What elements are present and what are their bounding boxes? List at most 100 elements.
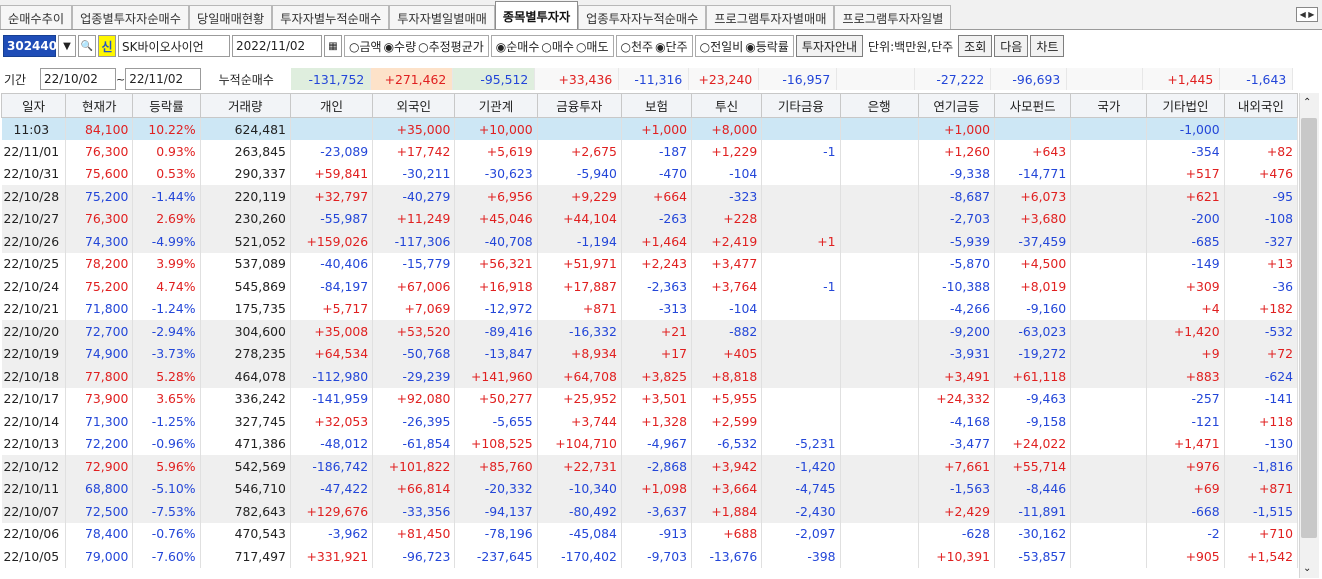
- cell: -80,492: [537, 500, 622, 523]
- header-11[interactable]: 은행: [839, 93, 919, 118]
- cell: -237,645: [454, 545, 538, 568]
- tab-0[interactable]: 순매수추이: [0, 5, 73, 29]
- header-10[interactable]: 기타금융: [761, 93, 841, 118]
- cell: [1070, 432, 1148, 455]
- radio-thousand-shares[interactable]: ○천주: [621, 38, 654, 55]
- table-row[interactable]: 22/10/28 75,200 -1.44% 220,119 +32,797 -40,27…: [1, 185, 1299, 208]
- table-row[interactable]: 22/10/26 74,300 -4.99% 521,052 +159,026 -117,…: [1, 230, 1299, 253]
- table-row[interactable]: 22/10/17 73,900 3.65% 336,242 -141,959 +92,08…: [1, 387, 1299, 410]
- cell: +9: [1146, 342, 1225, 365]
- cell: +51,971: [537, 252, 622, 275]
- header-1[interactable]: 현재가: [65, 93, 134, 118]
- cell: +50,277: [454, 387, 538, 410]
- table-row[interactable]: 22/10/14 71,300 -1.25% 327,745 +32,053 -26,39…: [1, 410, 1299, 433]
- radio-sell[interactable]: ○매도: [576, 38, 609, 55]
- table-row[interactable]: 22/10/07 72,500 -7.53% 782,643 +129,676 -33,3…: [1, 500, 1299, 523]
- table-row[interactable]: 22/10/25 78,200 3.99% 537,089 -40,406 -15,779…: [1, 252, 1299, 275]
- period-to-field[interactable]: 22/11/02: [125, 68, 202, 90]
- cell: 230,260: [200, 207, 291, 230]
- cell: +45,046: [454, 207, 538, 230]
- date-field[interactable]: 2022/11/02: [232, 35, 322, 57]
- tab-6[interactable]: 업종투자자누적순매수: [578, 5, 707, 29]
- header-15[interactable]: 기타법인: [1146, 93, 1225, 118]
- radio-change-rate[interactable]: ◉등락률: [745, 38, 789, 55]
- header-3[interactable]: 거래량: [199, 93, 291, 118]
- table-row[interactable]: 22/10/21 71,800 -1.24% 175,735 +5,717 +7,069-…: [1, 297, 1299, 320]
- cell: +331,921: [290, 545, 374, 568]
- header-13[interactable]: 사모펀드: [993, 93, 1072, 118]
- investor-guide-button[interactable]: 투자자안내: [795, 35, 864, 57]
- header-12[interactable]: 연기금등: [917, 93, 995, 118]
- dropdown-arrow-icon[interactable]: ▼: [58, 35, 76, 57]
- table-row[interactable]: 22/10/13 72,200 -0.96% 471,386 -48,012 -61,85…: [1, 432, 1299, 455]
- cell: -323: [691, 185, 763, 208]
- table-row[interactable]: 22/10/19 74,900 -3.73% 278,235 +64,534 -50,76…: [1, 342, 1299, 365]
- cell: [1070, 522, 1148, 545]
- table-row[interactable]: 11:03 84,100 10.22% 624,481 +35,000 +10,000 +1…: [1, 117, 1299, 140]
- cell: +1,098: [621, 477, 693, 500]
- table-row[interactable]: 22/10/18 77,800 5.28% 464,078 -112,980 -29,23…: [1, 365, 1299, 388]
- table-row[interactable]: 22/10/20 72,700 -2.94% 304,600 +35,008 +53,52…: [1, 320, 1299, 343]
- trade-type-radio-group[interactable]: ◉순매수 ○매수 ○매도: [490, 35, 614, 57]
- cell: 22/10/06: [1, 522, 67, 545]
- chart-button[interactable]: 차트: [1030, 35, 1065, 57]
- header-14[interactable]: 국가: [1070, 93, 1148, 118]
- scroll-up-icon[interactable]: ⌃: [1303, 97, 1311, 108]
- cell: 76,300: [65, 207, 134, 230]
- search-icon[interactable]: 🔍: [78, 35, 96, 57]
- scrollbar-thumb[interactable]: [1301, 118, 1317, 538]
- radio-buy[interactable]: ○매수: [541, 38, 574, 55]
- cell: +228: [691, 207, 763, 230]
- scroll-down-icon[interactable]: ⌄: [1303, 563, 1311, 574]
- radio-prev-day[interactable]: ○전일비: [700, 38, 744, 55]
- value-type-radio-group[interactable]: ○금액 ◉수량 ○추정평균가: [344, 35, 489, 57]
- table-row[interactable]: 22/10/05 79,000 -7.60% 717,497 +331,921 -96,7…: [1, 545, 1299, 568]
- stock-code-input[interactable]: 302440: [3, 35, 57, 57]
- calendar-icon[interactable]: ▦: [324, 35, 342, 57]
- header-2[interactable]: 등락률: [132, 93, 201, 118]
- radio-average-price[interactable]: ○추정평균가: [418, 38, 484, 55]
- cell: [761, 185, 841, 208]
- radio-amount[interactable]: ○금액: [349, 38, 382, 55]
- query-button[interactable]: 조회: [958, 35, 993, 57]
- header-4[interactable]: 개인: [289, 93, 374, 118]
- tab-4[interactable]: 투자자별일별매매: [389, 5, 495, 29]
- radio-quantity[interactable]: ◉수량: [384, 38, 417, 55]
- radio-net-buy[interactable]: ◉순매수: [496, 38, 540, 55]
- cell: -257: [1146, 387, 1225, 410]
- cell: 22/10/05: [1, 545, 67, 568]
- tab-8[interactable]: 프로그램투자자일별: [834, 5, 952, 29]
- cell: 22/10/17: [1, 387, 67, 410]
- compare-radio-group[interactable]: ○전일비 ◉등락률: [694, 35, 794, 57]
- header-7[interactable]: 금융투자: [536, 93, 622, 118]
- cell: [840, 432, 919, 455]
- table-row[interactable]: 22/10/31 75,600 0.53% 290,337 +59,841 -30,211…: [1, 162, 1299, 185]
- table-row[interactable]: 22/11/01 76,300 0.93% 263,845 -23,089 +17,742…: [1, 140, 1299, 163]
- table-row[interactable]: 22/10/24 75,200 4.74% 545,869 -84,197 +67,006…: [1, 275, 1299, 298]
- header-9[interactable]: 투신: [691, 93, 763, 118]
- next-button[interactable]: 다음: [994, 35, 1029, 57]
- radio-single-shares[interactable]: ◉단주: [655, 38, 688, 55]
- header-8[interactable]: 보험: [620, 93, 693, 118]
- tab-2[interactable]: 당일매매현황: [188, 5, 273, 29]
- table-row[interactable]: 22/10/06 78,400 -0.76% 470,543 -3,962 +81,450…: [1, 522, 1299, 545]
- table-row[interactable]: 22/10/27 76,300 2.69% 230,260 -55,987 +11,249…: [1, 207, 1299, 230]
- period-from-field[interactable]: 22/10/02: [40, 68, 116, 90]
- table-row[interactable]: 22/10/11 68,800 -5.10% 546,710 -47,422 +66,81…: [1, 477, 1299, 500]
- tab-scroll-arrows[interactable]: ◀ ▶: [1296, 7, 1318, 22]
- header-0[interactable]: 일자: [0, 93, 67, 118]
- cell: -913: [621, 522, 693, 545]
- header-6[interactable]: 기관계: [454, 93, 538, 118]
- tab-1[interactable]: 업종별투자자순매수: [72, 5, 189, 29]
- header-16[interactable]: 내외국인: [1223, 93, 1299, 118]
- cell: [537, 117, 622, 140]
- tab-3[interactable]: 투자자별누적순매수: [272, 5, 390, 29]
- cell: -9,703: [621, 545, 693, 568]
- cell: 72,900: [65, 455, 134, 478]
- table-row[interactable]: 22/10/12 72,900 5.96% 542,569 -186,742 +101,8…: [1, 455, 1299, 478]
- tab-5[interactable]: 종목별투자자: [494, 1, 579, 29]
- tab-7[interactable]: 프로그램투자자별매매: [706, 5, 835, 29]
- unit-radio-group[interactable]: ○천주 ◉단주: [615, 35, 693, 57]
- header-5[interactable]: 외국인: [372, 93, 456, 118]
- cell: -30,623: [454, 162, 538, 185]
